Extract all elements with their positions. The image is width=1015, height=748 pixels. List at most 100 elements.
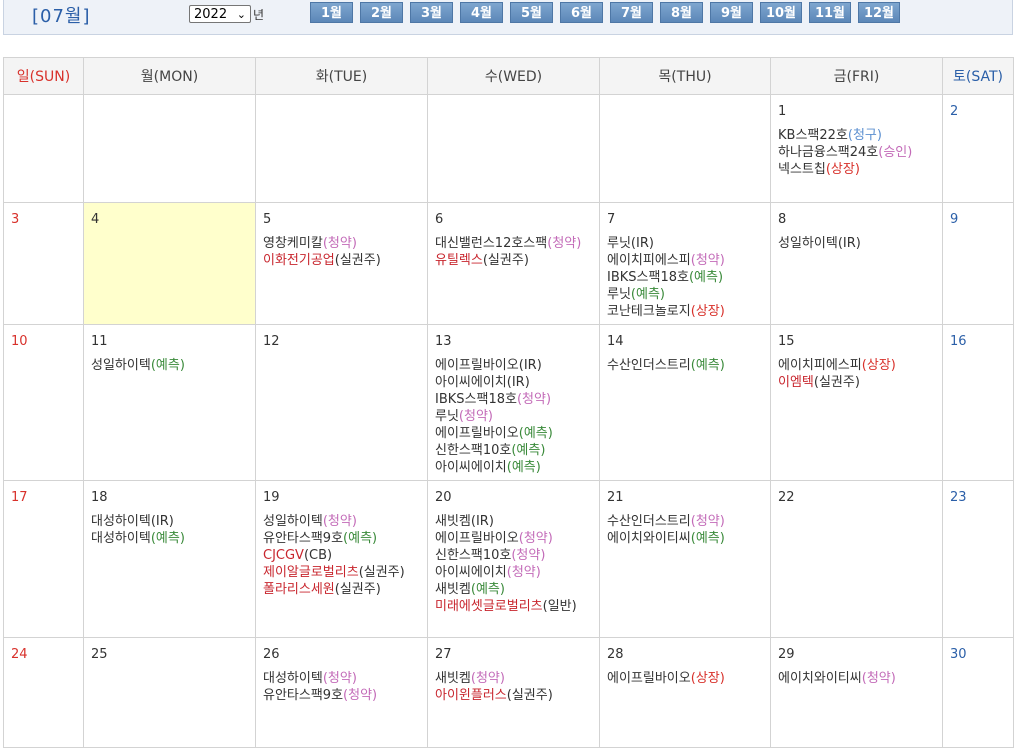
day-cell: 6 대신밸런스12호스팩(청약) 유틸렉스(실권주) xyxy=(427,202,600,325)
month-button-6[interactable]: 6월 xyxy=(560,2,603,23)
ipo-event[interactable]: 대성하이텍(IR) xyxy=(91,513,249,530)
ipo-event[interactable]: 유안타스팩9호(예측) xyxy=(263,530,421,547)
ipo-event[interactable]: 에이치피에스피(상장) xyxy=(778,357,936,374)
ipo-event[interactable]: 신한스팩10호(청약) xyxy=(435,547,593,564)
ipo-event[interactable]: 이엠텍(실권주) xyxy=(778,374,936,391)
ipo-event[interactable]: 폴라리스세원(실권주) xyxy=(263,581,421,598)
ipo-event[interactable]: 대성하이텍(예측) xyxy=(91,530,249,547)
month-button-11[interactable]: 11월 xyxy=(809,2,851,23)
month-button-5[interactable]: 5월 xyxy=(510,2,553,23)
ipo-event[interactable]: 에이프릴바이오(상장) xyxy=(607,670,764,687)
event-company-name: 신한스팩10호 xyxy=(435,443,512,458)
ipo-event[interactable]: 유틸렉스(실권주) xyxy=(435,252,593,269)
month-button-12[interactable]: 12월 xyxy=(858,2,900,23)
event-tag: (청약) xyxy=(547,236,582,251)
ipo-event[interactable]: 성일하이텍(청약) xyxy=(263,513,421,530)
month-button-4[interactable]: 4월 xyxy=(460,2,503,23)
ipo-event[interactable]: 신한스팩10호(예측) xyxy=(435,442,593,459)
ipo-event[interactable]: 새빗켐(청약) xyxy=(435,670,593,687)
weekday-sat: 토(SAT) xyxy=(942,57,1014,95)
ipo-event[interactable]: 에이프릴바이오(청약) xyxy=(435,530,593,547)
event-tag: (IR) xyxy=(470,514,494,529)
ipo-event[interactable]: 제이알글로벌리츠(실권주) xyxy=(263,564,421,581)
month-button-3[interactable]: 3월 xyxy=(410,2,453,23)
event-company-name: 신한스팩10호 xyxy=(435,548,512,563)
ipo-event[interactable]: 루닛(IR) xyxy=(607,235,764,252)
event-tag: (실권주) xyxy=(334,582,381,597)
ipo-event[interactable]: 에이프릴바이오(IR) xyxy=(435,357,593,374)
event-tag: (예측) xyxy=(690,358,725,373)
ipo-event[interactable]: 이화전기공업(실권주) xyxy=(263,252,421,269)
ipo-event[interactable]: KB스팩22호(청구) xyxy=(778,127,936,144)
event-company-name: 에이프릴바이오 xyxy=(607,671,691,686)
ipo-event[interactable]: 대신밸런스12호스팩(청약) xyxy=(435,235,593,252)
ipo-event[interactable]: 넥스트칩(상장) xyxy=(778,161,936,178)
ipo-event[interactable]: 아이씨에이치(IR) xyxy=(435,374,593,391)
ipo-event[interactable]: 루닛(청약) xyxy=(435,408,593,425)
weekday-wed: 수(WED) xyxy=(427,57,600,95)
ipo-event[interactable]: 영창케미칼(청약) xyxy=(263,235,421,252)
day-cell: 13 에이프릴바이오(IR) 아이씨에이치(IR) IBKS스팩18호(청약) 루닛(청… xyxy=(427,324,600,481)
weekday-fri: 금(FRI) xyxy=(770,57,943,95)
ipo-event[interactable]: 에이치와이티씨(청약) xyxy=(778,670,936,687)
month-button-2[interactable]: 2월 xyxy=(360,2,403,23)
event-company-name: CJCGV xyxy=(263,548,304,563)
ipo-event[interactable]: 루닛(예측) xyxy=(607,286,764,303)
ipo-event[interactable]: 성일하이텍(IR) xyxy=(778,235,936,252)
event-tag: (IR) xyxy=(837,236,861,251)
ipo-event[interactable]: 대성하이텍(청약) xyxy=(263,670,421,687)
event-company-name: 새빗켐 xyxy=(435,582,471,597)
ipo-event[interactable]: 유안타스팩9호(청약) xyxy=(263,687,421,704)
day-cell: 3 xyxy=(3,202,84,325)
ipo-event[interactable]: CJCGV(CB) xyxy=(263,547,421,564)
day-cell: 28 에이프릴바이오(상장) xyxy=(599,637,771,748)
event-tag: (실권주) xyxy=(358,565,405,580)
ipo-event[interactable]: IBKS스팩18호(청약) xyxy=(435,391,593,408)
event-company-name: 에이치와이티씨 xyxy=(607,531,691,546)
month-button-7[interactable]: 7월 xyxy=(610,2,653,23)
ipo-event[interactable]: 수산인더스트리(청약) xyxy=(607,513,764,530)
year-selector: 2022 ⌄ 년 xyxy=(189,5,264,23)
week-row: 10 11 성일하이텍(예측) 12 13 에이프릴바이오(IR) 아이씨에이치(IR) IB… xyxy=(3,324,1014,481)
ipo-event[interactable]: 미래에셋글로벌리츠(일반) xyxy=(435,598,593,615)
ipo-event[interactable]: 에이치피에스피(청약) xyxy=(607,252,764,269)
year-value: 2022 xyxy=(194,6,228,22)
day-cell xyxy=(599,94,771,203)
event-company-name: 루닛 xyxy=(607,287,631,302)
event-company-name: 아이윈플러스 xyxy=(435,688,507,703)
ipo-event[interactable]: 아이씨에이치(예측) xyxy=(435,459,593,476)
event-company-name: 에이치피에스피 xyxy=(607,253,691,268)
ipo-event[interactable]: 수산인더스트리(예측) xyxy=(607,357,764,374)
ipo-event[interactable]: 코난테크놀로지(상장) xyxy=(607,303,764,320)
event-tag: (청약) xyxy=(518,531,553,546)
ipo-event[interactable]: IBKS스팩18호(예측) xyxy=(607,269,764,286)
ipo-event[interactable]: 새빗켐(IR) xyxy=(435,513,593,530)
ipo-event[interactable]: 새빗켐(예측) xyxy=(435,581,593,598)
event-tag: (예측) xyxy=(630,287,665,302)
calendar-body: 1 KB스팩22호(청구) 하나금융스팩24호(승인) 넥스트칩(상장) 2 3 4 5 영창케… xyxy=(3,94,1014,748)
ipo-event[interactable]: 성일하이텍(예측) xyxy=(91,357,249,374)
ipo-event[interactable]: 에이치와이티씨(예측) xyxy=(607,530,764,547)
event-company-name: 새빗켐 xyxy=(435,514,471,529)
event-company-name: 대성하이텍 xyxy=(91,514,151,529)
event-company-name: 새빗켐 xyxy=(435,671,471,686)
day-number: 24 xyxy=(11,647,28,662)
month-button-1[interactable]: 1월 xyxy=(310,2,353,23)
chevron-down-icon: ⌄ xyxy=(236,7,246,21)
week-row: 17 18 대성하이텍(IR) 대성하이텍(예측) 19 성일하이텍(청약) 유안타스팩9호… xyxy=(3,480,1014,638)
ipo-event[interactable]: 아이씨에이치(청약) xyxy=(435,564,593,581)
month-button-10[interactable]: 10월 xyxy=(760,2,802,23)
event-company-name: 에이치와이티씨 xyxy=(778,671,862,686)
month-button-8[interactable]: 8월 xyxy=(660,2,703,23)
event-tag: (청약) xyxy=(322,236,357,251)
ipo-event[interactable]: 하나금융스팩24호(승인) xyxy=(778,144,936,161)
ipo-event[interactable]: 에이프릴바이오(예측) xyxy=(435,425,593,442)
month-button-9[interactable]: 9월 xyxy=(710,2,753,23)
day-cell: 26 대성하이텍(청약) 유안타스팩9호(청약) xyxy=(255,637,428,748)
day-cell: 17 xyxy=(3,480,84,638)
year-select[interactable]: 2022 ⌄ xyxy=(189,5,251,23)
event-tag: (일반) xyxy=(542,599,577,614)
event-tag: (상장) xyxy=(690,671,725,686)
ipo-event[interactable]: 아이윈플러스(실권주) xyxy=(435,687,593,704)
event-tag: (실권주) xyxy=(482,253,529,268)
